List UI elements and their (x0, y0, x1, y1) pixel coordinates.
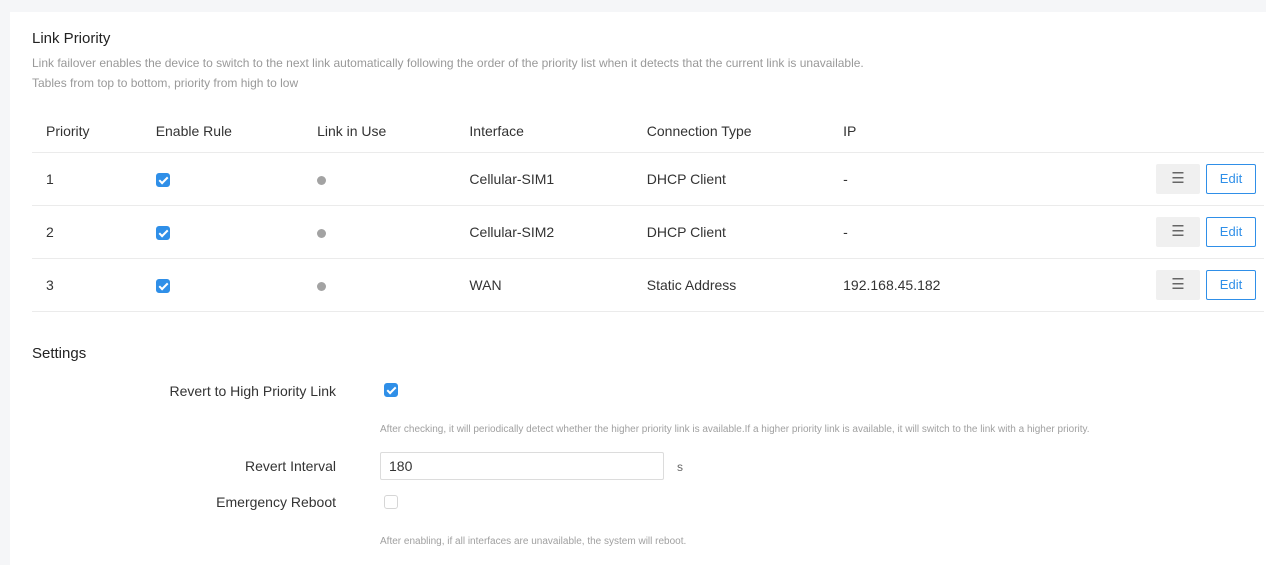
revert-checkbox[interactable] (384, 383, 398, 397)
connection-type-cell: Static Address (632, 258, 830, 312)
link-priority-table: Priority Enable Rule Link in Use Interfa… (32, 110, 1264, 312)
interface-cell: WAN (455, 258, 633, 312)
ip-cell: 192.168.45.182 (829, 258, 1142, 312)
drag-handle-button[interactable]: ☰ (1156, 164, 1200, 194)
column-header-ip: IP (829, 110, 1142, 153)
priority-cell: 2 (32, 205, 142, 259)
enable-rule-checkbox[interactable] (155, 226, 170, 241)
priority-cell: 1 (32, 152, 142, 206)
ip-cell: - (829, 152, 1142, 206)
revert-interval-label: Revert Interval (244, 458, 336, 474)
edit-button[interactable]: Edit (1206, 270, 1256, 300)
revert-label: Revert to High Priority Link (169, 383, 336, 399)
interface-cell: Cellular-SIM2 (455, 205, 633, 259)
hamburger-icon: ☰ (1171, 276, 1185, 293)
hamburger-icon: ☰ (1171, 223, 1185, 240)
column-header-connection-type: Connection Type (632, 110, 830, 153)
emergency-reboot-label: Emergency Reboot (216, 494, 336, 510)
link-status-dot-icon (317, 228, 327, 238)
column-header-link-in-use: Link in Use (303, 110, 456, 153)
link-status-dot-icon (317, 175, 327, 185)
revert-interval-unit: s (677, 460, 683, 474)
drag-handle-button[interactable]: ☰ (1156, 270, 1200, 300)
edit-button[interactable]: Edit (1206, 164, 1256, 194)
connection-type-cell: DHCP Client (632, 152, 830, 206)
settings-title: Settings (32, 345, 87, 362)
column-header-enable-rule: Enable Rule (141, 110, 304, 153)
revert-interval-input[interactable]: 180 (380, 452, 664, 480)
link-status-dot-icon (317, 281, 327, 291)
priority-cell: 3 (32, 258, 142, 312)
connection-type-cell: DHCP Client (632, 205, 830, 259)
edit-button[interactable]: Edit (1206, 217, 1256, 247)
revert-hint: After checking, it will periodically det… (380, 424, 1090, 435)
emergency-reboot-checkbox[interactable] (384, 495, 398, 509)
hamburger-icon: ☰ (1171, 170, 1185, 187)
enable-rule-checkbox[interactable] (155, 279, 170, 294)
ip-cell: - (829, 205, 1142, 259)
drag-handle-button[interactable]: ☰ (1156, 217, 1200, 247)
table-row: 2 Cellular-SIM2 DHCP Client - ☰ Edit (32, 205, 1264, 259)
emergency-reboot-hint: After enabling, if all interfaces are un… (380, 536, 687, 547)
column-header-actions (1142, 110, 1264, 153)
section-description: Link failover enables the device to swit… (32, 56, 864, 70)
section-title: Link Priority (32, 30, 111, 47)
table-row: 1 Cellular-SIM1 DHCP Client - ☰ Edit (32, 152, 1264, 206)
column-header-priority: Priority (32, 110, 142, 153)
table-header-row: Priority Enable Rule Link in Use Interfa… (32, 110, 1264, 153)
link-priority-panel: Link Priority Link failover enables the … (10, 12, 1266, 565)
table-row: 3 WAN Static Address 192.168.45.182 ☰ Edi… (32, 258, 1264, 312)
section-note: Tables from top to bottom, priority from… (32, 76, 299, 90)
enable-rule-checkbox[interactable] (155, 173, 170, 188)
column-header-interface: Interface (455, 110, 633, 153)
interface-cell: Cellular-SIM1 (455, 152, 633, 206)
